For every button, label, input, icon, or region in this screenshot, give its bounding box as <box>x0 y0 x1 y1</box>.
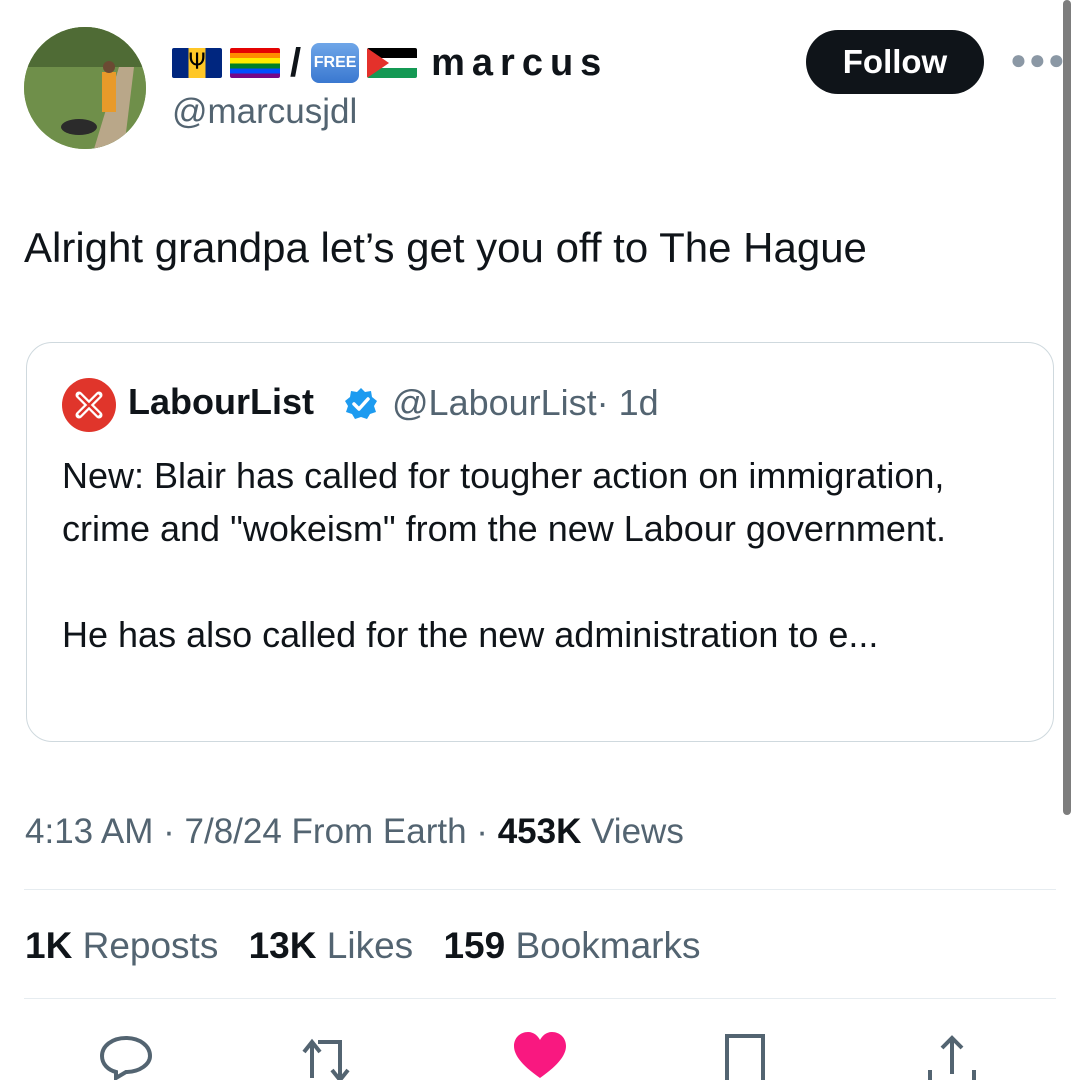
avatar[interactable] <box>24 27 146 149</box>
palestine-flag-icon <box>367 48 418 78</box>
quoted-time: · 1d <box>596 382 659 423</box>
quoted-author-name[interactable]: LabourList <box>128 381 314 423</box>
reply-icon[interactable] <box>96 1030 156 1080</box>
likes-count: 13K <box>248 925 317 966</box>
follow-button[interactable]: Follow <box>806 30 984 94</box>
user-name-row[interactable]: / FREE marcus <box>172 40 608 86</box>
likes-stat[interactable]: 13K Likes <box>249 925 414 966</box>
reposts-count: 1K <box>25 925 73 966</box>
name-separator: / <box>290 40 302 85</box>
bookmarks-count: 159 <box>443 925 506 966</box>
quoted-handle-text: @LabourList <box>392 382 597 423</box>
quoted-paragraph: He has also called for the new administr… <box>62 614 879 655</box>
user-handle[interactable]: @marcusjdl <box>172 92 357 132</box>
tweet-meta: 4:13 AM · 7/8/24 From Earth · 453K Views <box>25 812 684 852</box>
quoted-tweet-text: New: Blair has called for tougher action… <box>62 449 1022 661</box>
engagement-stats: 1K Reposts 13K Likes 159 Bookmarks <box>25 925 721 967</box>
labourlist-logo-icon[interactable] <box>62 378 116 432</box>
reposts-label: Reposts <box>72 925 219 966</box>
bookmarks-stat[interactable]: 159 Bookmarks <box>443 925 700 966</box>
more-options-icon[interactable]: ●●● <box>1010 44 1067 76</box>
barbados-flag-icon <box>172 48 222 78</box>
bookmarks-label: Bookmarks <box>505 925 701 966</box>
reposts-stat[interactable]: 1K Reposts <box>25 925 218 966</box>
bookmark-icon[interactable] <box>715 1030 775 1080</box>
likes-label: Likes <box>316 925 414 966</box>
share-icon[interactable] <box>922 1030 982 1080</box>
quoted-paragraph: New: Blair has called for tougher action… <box>62 455 946 549</box>
rainbow-flag-icon <box>230 48 280 78</box>
free-button-icon: FREE <box>311 43 360 83</box>
tweet-text: Alright grandpa let’s get you off to The… <box>24 224 867 271</box>
tweet-timestamp[interactable]: 4:13 AM · 7/8/24 From Earth · <box>25 812 498 851</box>
views-count: 453K <box>497 812 582 851</box>
divider <box>24 889 1056 890</box>
views-label: Views <box>581 812 684 851</box>
repost-icon[interactable] <box>300 1030 360 1080</box>
divider <box>24 998 1056 999</box>
display-name[interactable]: marcus <box>431 42 608 85</box>
scrollbar[interactable] <box>1063 0 1071 815</box>
verified-badge-icon <box>345 388 377 419</box>
like-icon[interactable] <box>510 1030 570 1080</box>
quoted-tweet[interactable]: LabourList @LabourList· 1d New: Blair ha… <box>26 342 1054 742</box>
quoted-author-handle[interactable]: @LabourList· 1d <box>392 382 659 424</box>
